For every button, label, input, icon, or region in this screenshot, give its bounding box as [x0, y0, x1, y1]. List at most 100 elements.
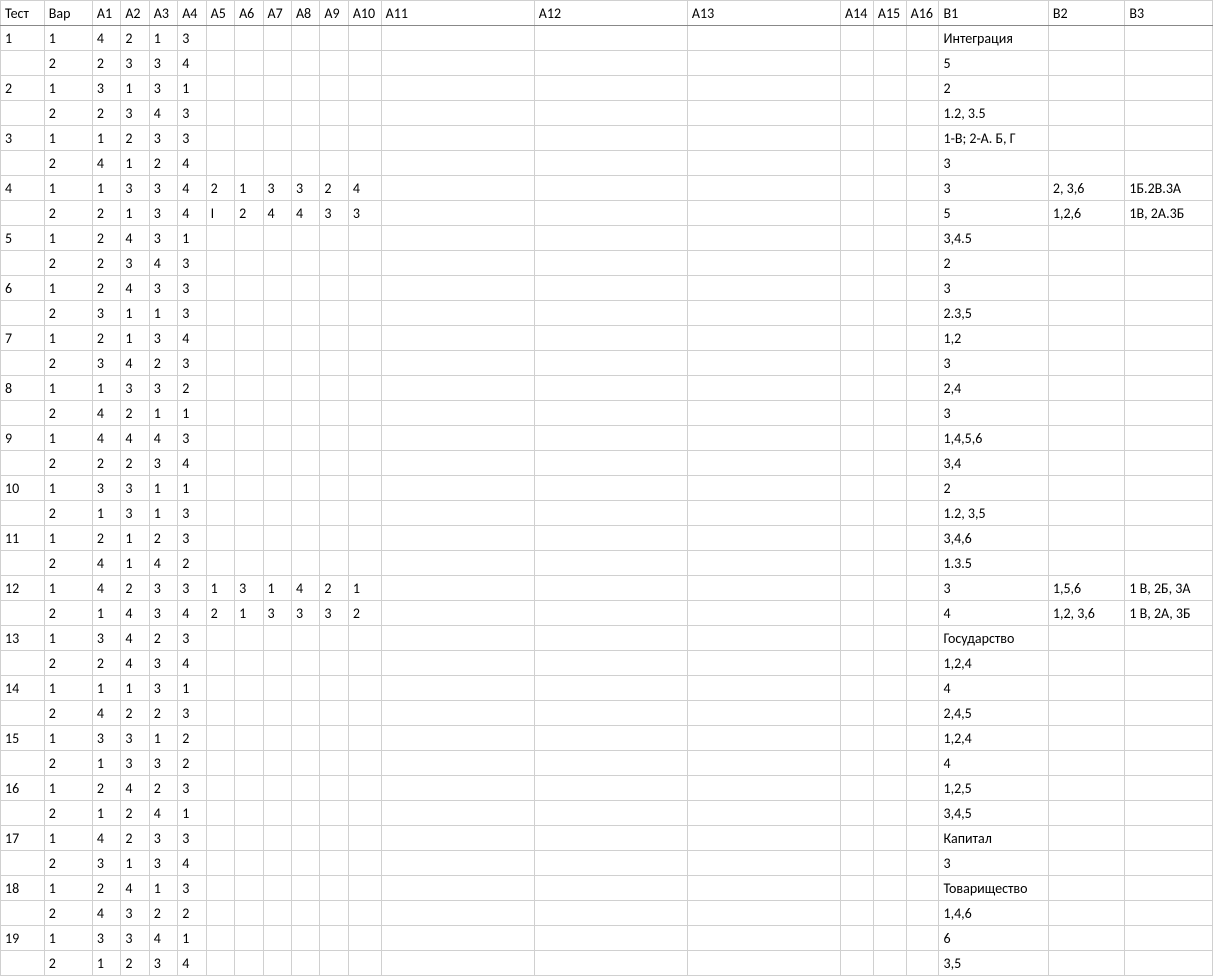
table-cell[interactable]: 2 [44, 451, 92, 476]
table-cell[interactable] [235, 351, 263, 376]
table-cell[interactable] [320, 951, 348, 976]
table-cell[interactable]: 2 [92, 101, 120, 126]
table-cell[interactable]: 1Б.2В.3А [1125, 176, 1213, 201]
table-cell[interactable] [687, 276, 840, 301]
table-cell[interactable] [263, 526, 291, 551]
table-cell[interactable] [687, 501, 840, 526]
table-cell[interactable]: 2 [44, 101, 92, 126]
table-cell[interactable]: 3 [1, 126, 45, 151]
table-cell[interactable] [687, 476, 840, 501]
table-cell[interactable]: 3 [263, 176, 291, 201]
table-cell[interactable] [1048, 851, 1125, 876]
table-cell[interactable] [906, 51, 939, 76]
table-cell[interactable]: 3 [149, 851, 177, 876]
table-cell[interactable] [534, 851, 687, 876]
table-cell[interactable] [1, 451, 45, 476]
table-cell[interactable] [263, 876, 291, 901]
table-cell[interactable]: 4 [121, 776, 149, 801]
table-cell[interactable] [206, 301, 234, 326]
table-cell[interactable]: 4 [121, 226, 149, 251]
table-cell[interactable] [687, 651, 840, 676]
table-cell[interactable]: 1 [263, 576, 291, 601]
table-cell[interactable] [291, 451, 319, 476]
table-cell[interactable] [873, 651, 906, 676]
table-cell[interactable] [263, 801, 291, 826]
table-cell[interactable]: 2 [149, 351, 177, 376]
table-cell[interactable]: 1 [44, 676, 92, 701]
table-cell[interactable] [348, 301, 381, 326]
table-cell[interactable] [263, 901, 291, 926]
table-cell[interactable] [1125, 126, 1213, 151]
table-cell[interactable] [841, 651, 874, 676]
table-cell[interactable] [1, 151, 45, 176]
table-cell[interactable]: 3 [149, 451, 177, 476]
table-cell[interactable] [348, 826, 381, 851]
table-cell[interactable]: 2 [92, 526, 120, 551]
table-cell[interactable]: 1 [149, 301, 177, 326]
table-cell[interactable]: 5 [939, 201, 1048, 226]
table-cell[interactable] [1125, 626, 1213, 651]
table-cell[interactable]: 1 [44, 226, 92, 251]
table-cell[interactable]: 1 [121, 551, 149, 576]
table-cell[interactable] [687, 151, 840, 176]
table-cell[interactable]: 3 [92, 301, 120, 326]
table-cell[interactable]: 2 [44, 251, 92, 276]
table-cell[interactable]: 4 [149, 926, 177, 951]
table-cell[interactable] [235, 701, 263, 726]
table-cell[interactable] [534, 226, 687, 251]
table-cell[interactable]: 2,4,5 [939, 701, 1048, 726]
table-cell[interactable] [1, 651, 45, 676]
table-cell[interactable]: 2 [178, 551, 206, 576]
table-cell[interactable] [381, 526, 534, 551]
table-cell[interactable] [841, 126, 874, 151]
table-cell[interactable] [534, 101, 687, 126]
table-cell[interactable] [235, 126, 263, 151]
table-cell[interactable] [381, 376, 534, 401]
table-cell[interactable]: 4 [92, 151, 120, 176]
table-cell[interactable] [263, 51, 291, 76]
table-cell[interactable] [263, 651, 291, 676]
table-cell[interactable] [534, 676, 687, 701]
table-cell[interactable]: 3 [939, 151, 1048, 176]
table-cell[interactable] [206, 126, 234, 151]
table-cell[interactable] [320, 801, 348, 826]
table-cell[interactable] [291, 901, 319, 926]
table-cell[interactable]: 3 [149, 76, 177, 101]
table-cell[interactable] [534, 451, 687, 476]
table-cell[interactable] [534, 251, 687, 276]
table-cell[interactable]: 2 [121, 451, 149, 476]
table-cell[interactable] [348, 951, 381, 976]
table-cell[interactable] [263, 226, 291, 251]
table-cell[interactable] [235, 926, 263, 951]
table-cell[interactable] [381, 851, 534, 876]
table-cell[interactable] [235, 826, 263, 851]
table-cell[interactable]: 3 [939, 576, 1048, 601]
table-cell[interactable] [873, 526, 906, 551]
table-cell[interactable]: 2 [121, 26, 149, 51]
table-cell[interactable]: 4 [178, 326, 206, 351]
table-cell[interactable] [1, 351, 45, 376]
table-cell[interactable]: 3 [149, 126, 177, 151]
table-cell[interactable] [381, 501, 534, 526]
table-cell[interactable] [320, 226, 348, 251]
table-cell[interactable] [348, 101, 381, 126]
table-cell[interactable]: 4 [92, 901, 120, 926]
table-cell[interactable] [906, 426, 939, 451]
table-cell[interactable]: 2 [206, 601, 234, 626]
table-cell[interactable] [263, 626, 291, 651]
table-cell[interactable] [873, 851, 906, 876]
table-cell[interactable]: 1 [92, 676, 120, 701]
table-cell[interactable]: 4 [178, 451, 206, 476]
table-cell[interactable] [1125, 701, 1213, 726]
table-cell[interactable] [320, 651, 348, 676]
table-cell[interactable]: 2 [149, 776, 177, 801]
table-cell[interactable]: 3 [149, 51, 177, 76]
table-cell[interactable] [206, 926, 234, 951]
table-cell[interactable] [263, 276, 291, 301]
table-cell[interactable]: 14 [1, 676, 45, 701]
table-cell[interactable] [291, 951, 319, 976]
table-cell[interactable] [534, 351, 687, 376]
table-cell[interactable] [291, 876, 319, 901]
table-cell[interactable]: 3 [178, 876, 206, 901]
table-cell[interactable] [263, 76, 291, 101]
